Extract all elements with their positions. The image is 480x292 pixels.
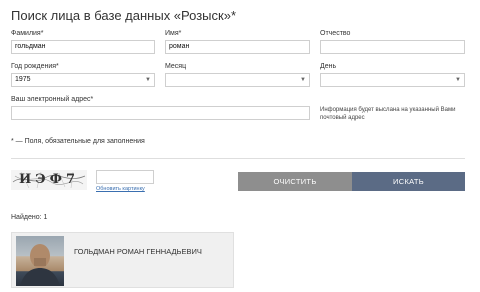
- page-title: Поиск лица в базе данных «Розыск»*: [11, 8, 236, 23]
- person-photo-icon: [20, 244, 60, 286]
- captcha-text: ИЭФ7: [19, 172, 80, 187]
- chevron-down-icon: ▼: [145, 77, 151, 83]
- captcha-image: ИЭФ7: [11, 170, 87, 190]
- email-label: Ваш электронный адрес*: [11, 96, 94, 103]
- divider: [11, 158, 465, 159]
- surname-field[interactable]: гольдман: [11, 40, 155, 54]
- email-info: Информация будет выслана на указанный Ва…: [320, 107, 456, 121]
- refresh-captcha-link[interactable]: Обновить картинку: [96, 186, 145, 192]
- patronymic-label: Отчество: [320, 30, 351, 37]
- name-field[interactable]: роман: [165, 40, 310, 54]
- birth-year-label: Год рождения*: [11, 63, 59, 70]
- found-count: Найдено: 1: [11, 214, 48, 221]
- chevron-down-icon: ▼: [455, 77, 461, 83]
- person-photo: [16, 236, 64, 286]
- month-select[interactable]: ▼: [165, 73, 310, 87]
- patronymic-field[interactable]: [320, 40, 465, 54]
- required-note: * — Поля, обязательные для заполнения: [11, 138, 145, 145]
- email-field[interactable]: [11, 106, 310, 120]
- month-label: Месяц: [165, 63, 187, 70]
- surname-label: Фамилия*: [11, 30, 44, 37]
- birth-year-select[interactable]: 1975 ▼: [11, 73, 155, 87]
- captcha-input[interactable]: [96, 170, 154, 184]
- name-label: Имя*: [165, 30, 182, 37]
- day-label: День: [320, 63, 337, 70]
- chevron-down-icon: ▼: [300, 77, 306, 83]
- result-card[interactable]: ГОЛЬДМАН РОМАН ГЕННАДЬЕВИЧ: [11, 232, 234, 288]
- search-button[interactable]: ИСКАТЬ: [352, 172, 465, 191]
- result-name[interactable]: ГОЛЬДМАН РОМАН ГЕННАДЬЕВИЧ: [74, 247, 202, 256]
- birth-year-value: 1975: [15, 76, 31, 83]
- clear-button[interactable]: ОЧИСТИТЬ: [238, 172, 352, 191]
- day-select[interactable]: ▼: [320, 73, 465, 87]
